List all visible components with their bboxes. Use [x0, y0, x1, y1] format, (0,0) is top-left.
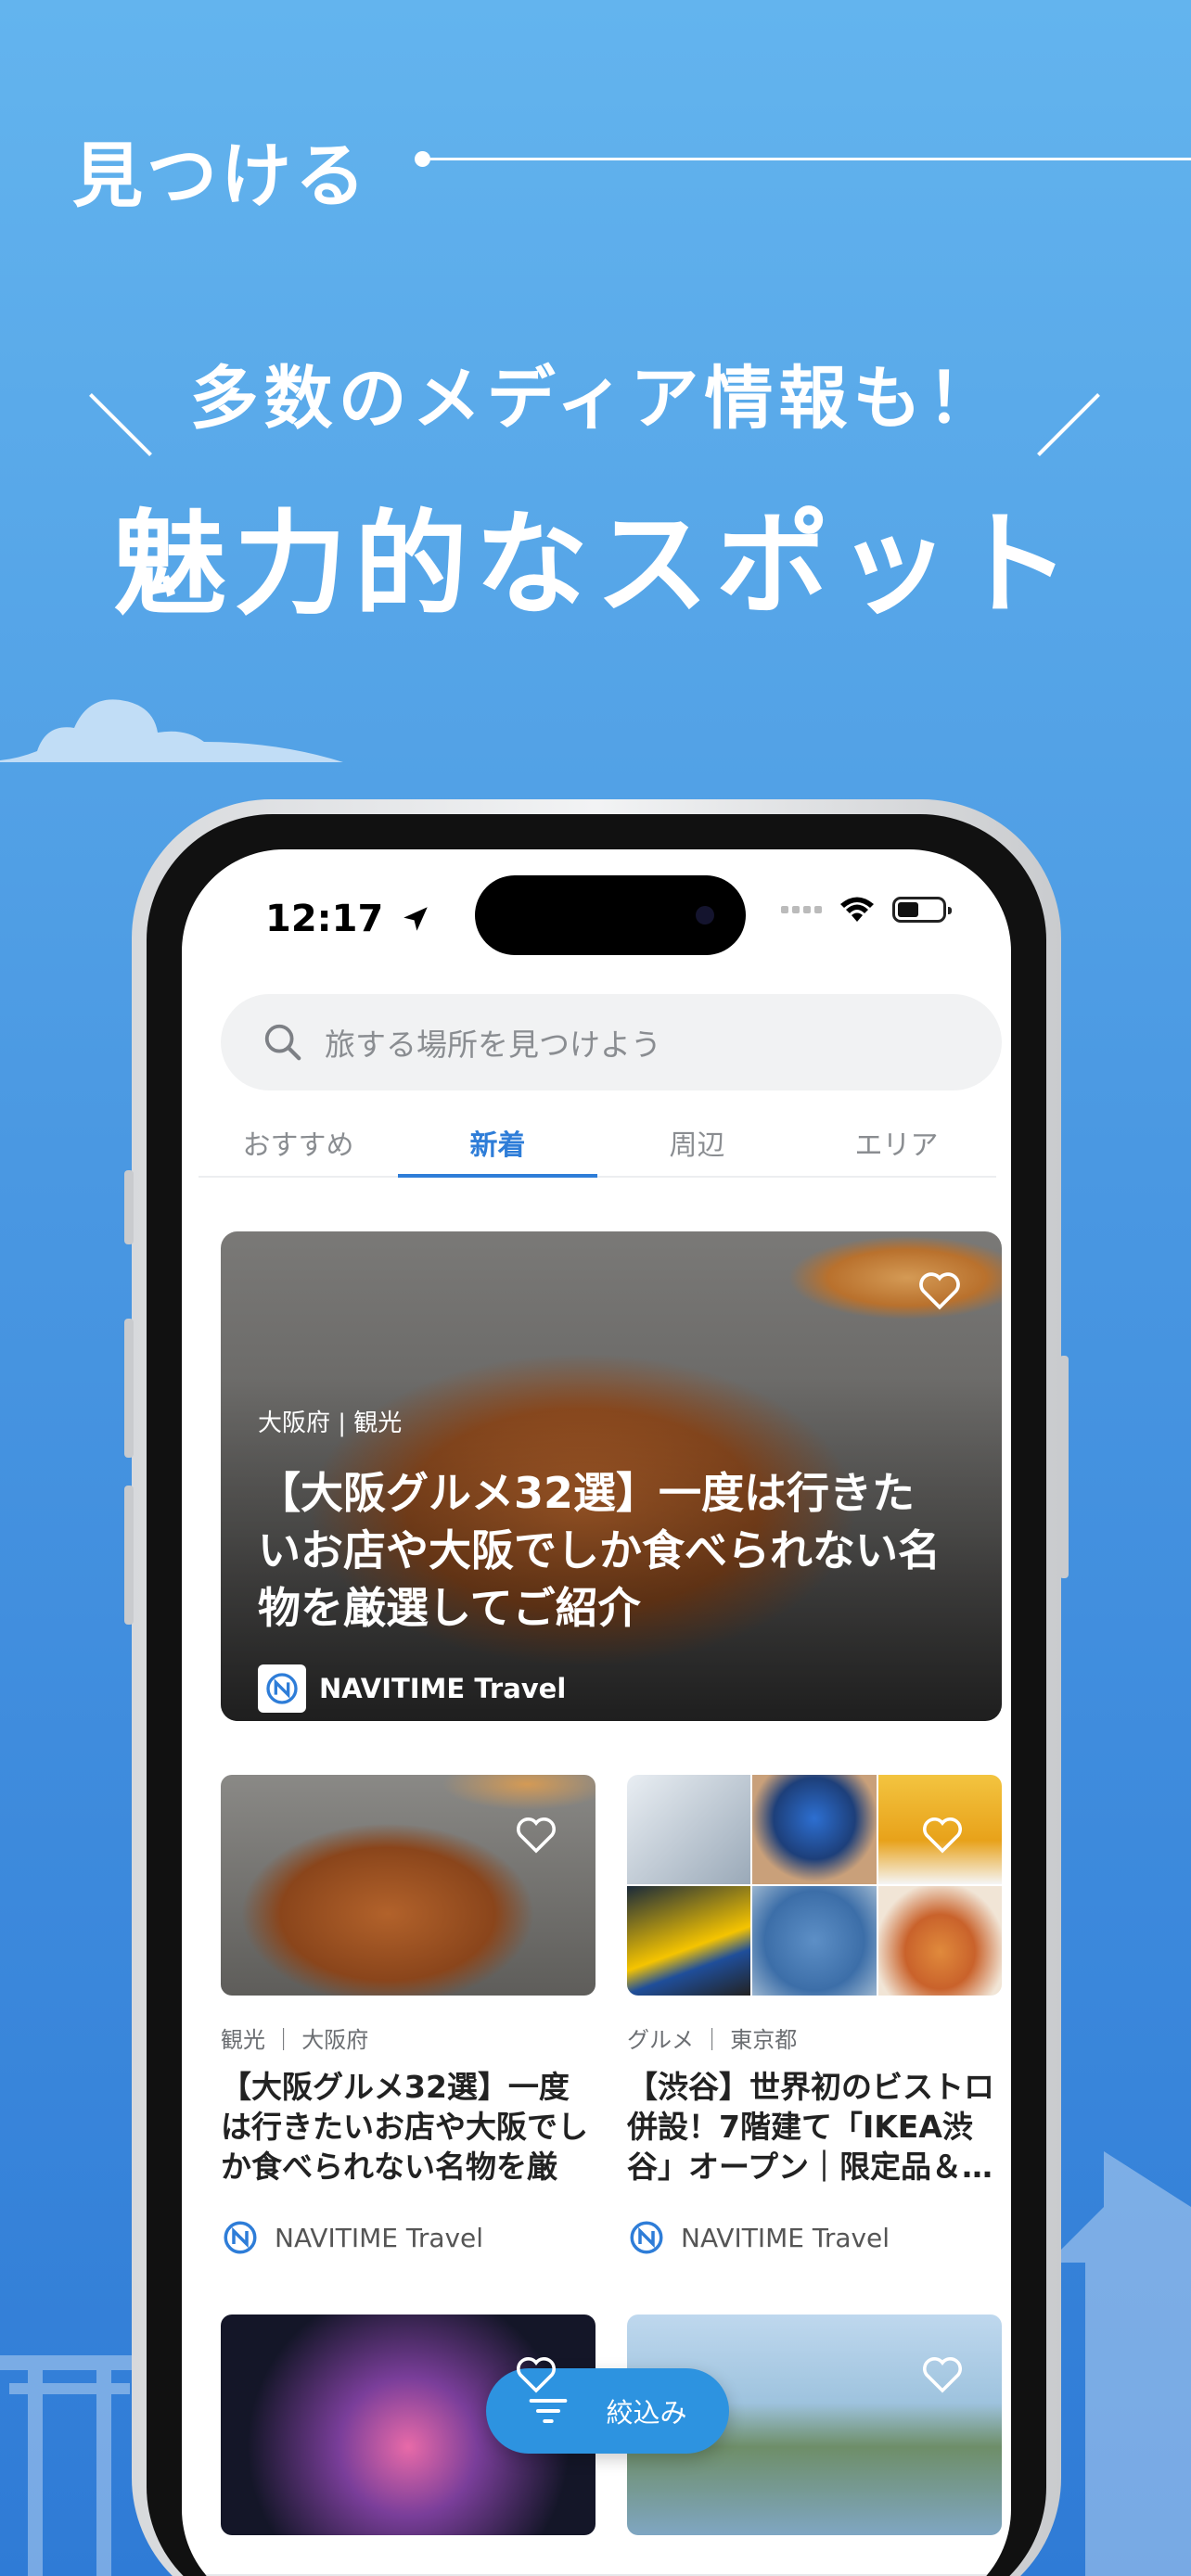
phone-frame: 12:17 旅する場所を見つけよう おすすめ 新着 周辺 エリア 大阪府 | 観… — [124, 799, 1069, 2576]
status-time: 12:17 — [265, 898, 431, 940]
temple-icon — [1048, 2151, 1191, 2576]
search-input[interactable]: 旅する場所を見つけよう — [325, 1020, 661, 1065]
cloud-icon — [0, 699, 343, 762]
featured-article-card[interactable]: 大阪府 | 観光 【大阪グルメ32選】一度は行きたいお店や大阪でしか食べられない… — [221, 1231, 1002, 1721]
featured-source: NAVITIME Travel — [258, 1664, 946, 1713]
navitime-logo-icon — [630, 2221, 663, 2254]
section-divider — [422, 158, 1191, 160]
promo-background: 見つける 多数のメディア情報も！ 魅力的なスポット 12:17 旅する場所を見つ… — [0, 0, 1191, 2576]
dynamic-island — [475, 875, 746, 955]
favorite-heart-icon[interactable] — [920, 1814, 965, 1855]
status-time-text: 12:17 — [265, 898, 384, 940]
filter-button-label: 絞込み — [606, 2397, 687, 2429]
tab-recommended[interactable]: おすすめ — [198, 1111, 398, 1176]
promo-subhead: 多数のメディア情報も！ — [189, 359, 1002, 439]
tab-bar: おすすめ 新着 周辺 エリア — [198, 1111, 996, 1178]
article-meta: グルメ ｜ 東京都 — [627, 2027, 798, 2053]
wifi-icon — [840, 897, 874, 922]
featured-title: 【大阪グルメ32選】一度は行きたいお店や大阪でしか食べられない名物を厳選してご紹… — [258, 1468, 941, 1633]
location-arrow-icon — [403, 907, 429, 931]
search-icon — [264, 1024, 301, 1061]
article-source-name: NAVITIME Travel — [681, 2222, 890, 2253]
article-meta: 観光 ｜ 大阪府 — [221, 2027, 369, 2053]
article-source: NAVITIME Travel — [627, 2218, 1002, 2257]
battery-icon — [892, 897, 952, 923]
volume-up-button — [124, 1319, 134, 1458]
tab-new[interactable]: 新着 — [398, 1111, 597, 1178]
camera-icon — [696, 906, 714, 925]
featured-meta: 大阪府 | 観光 — [258, 1409, 403, 1437]
power-button — [1059, 1356, 1069, 1578]
search-bar[interactable]: 旅する場所を見つけよう — [221, 994, 1002, 1090]
featured-content: 大阪府 | 観光 【大阪グルメ32選】一度は行きたいお店や大阪でしか食べられない… — [258, 1404, 946, 1713]
app-screen: 12:17 旅する場所を見つけよう おすすめ 新着 周辺 エリア 大阪府 | 観… — [182, 849, 1011, 2576]
tab-nearby[interactable]: 周辺 — [597, 1111, 797, 1176]
phone-bezel: 12:17 旅する場所を見つけよう おすすめ 新着 周辺 エリア 大阪府 | 観… — [147, 814, 1046, 2576]
torii-icon — [0, 2355, 139, 2576]
article-title: 【渋谷】世界初のビストロ併設！7階建て「IKEA渋谷」オープン｜限定品＆… — [627, 2069, 994, 2185]
article-title: 【大阪グルメ32選】一度は行きたいお店や大阪でしか食べられない名物を厳選… — [221, 2069, 588, 2185]
status-indicators — [781, 896, 952, 924]
signal-icon — [781, 906, 822, 913]
mute-switch — [124, 1170, 134, 1244]
navitime-logo-icon — [224, 2221, 257, 2254]
navitime-logo-icon — [258, 1664, 306, 1713]
favorite-heart-icon[interactable] — [514, 1814, 558, 1855]
article-source-name: NAVITIME Travel — [275, 2222, 484, 2253]
featured-source-name: NAVITIME Travel — [319, 1673, 567, 1704]
article-image — [627, 1775, 1002, 1996]
promo-headline: 魅力的なスポット — [113, 499, 1078, 631]
favorite-heart-icon[interactable] — [920, 2353, 965, 2394]
tab-area[interactable]: エリア — [797, 1111, 996, 1176]
favorite-heart-icon[interactable] — [514, 2353, 558, 2394]
article-source: NAVITIME Travel — [221, 2218, 596, 2257]
article-card[interactable]: グルメ ｜ 東京都 【渋谷】世界初のビストロ併設！7階建て「IKEA渋谷」オープ… — [627, 1775, 1002, 2257]
article-card[interactable]: 観光 ｜ 大阪府 【大阪グルメ32選】一度は行きたいお店や大阪でしか食べられない… — [221, 1775, 596, 2257]
volume-down-button — [124, 1486, 134, 1625]
favorite-heart-icon[interactable] — [916, 1269, 963, 1311]
filter-icon — [530, 2398, 568, 2424]
article-image — [221, 1775, 596, 1996]
section-label: 見つける — [72, 134, 369, 217]
